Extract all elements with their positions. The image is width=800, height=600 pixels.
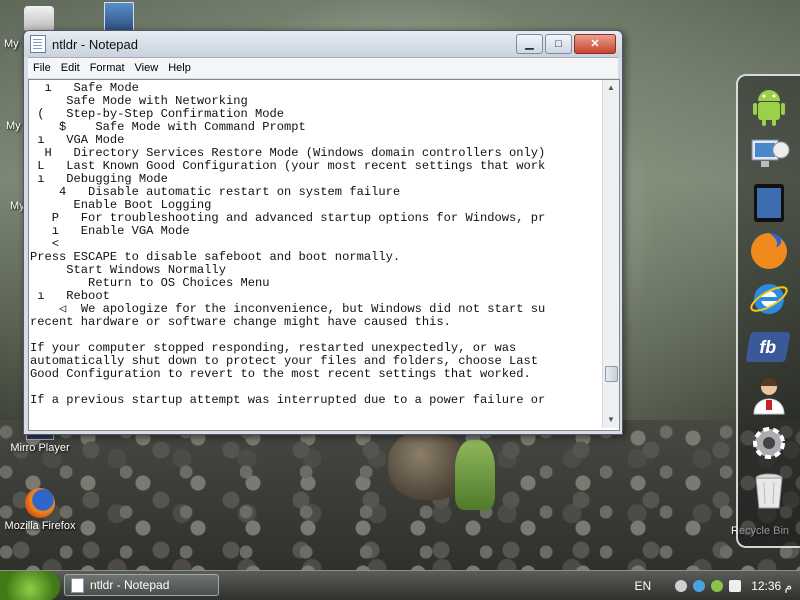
menu-bar: File Edit Format View Help (28, 57, 618, 78)
tray-icon-1[interactable] (675, 580, 688, 592)
text-line: ı Enable VGA Mode (30, 224, 190, 238)
menu-help[interactable]: Help (163, 62, 196, 74)
system-tray: EN 12:36 م (629, 571, 792, 600)
clock[interactable]: 12:36 م (751, 579, 792, 593)
desktop-icon-my-2[interactable]: My (6, 120, 21, 132)
facebook-label: fb (745, 332, 791, 362)
minimize-button[interactable]: ▁ (516, 34, 543, 54)
vertical-scrollbar[interactable]: ▲ ▼ (602, 80, 619, 428)
window-title: ntldr - Notepad (52, 36, 138, 52)
android-icon[interactable] (748, 86, 790, 128)
scroll-down-icon[interactable]: ▼ (603, 412, 619, 428)
title-bar[interactable]: ntldr - Notepad ▁ □ ✕ (24, 31, 622, 57)
settings-gear-icon[interactable] (748, 422, 790, 464)
notepad-icon (71, 577, 84, 593)
desktop-icon-label: Mirro Player (10, 442, 70, 454)
tray-icon-2[interactable] (693, 580, 706, 592)
sprout-decoration (455, 440, 495, 510)
close-button[interactable]: ✕ (574, 34, 616, 54)
desktop-icon-label: Mozilla Firefox (4, 520, 76, 532)
desktop-icon-my-1[interactable]: My (4, 38, 19, 50)
text-line: recent hardware or software change might… (30, 315, 451, 329)
desktop-background: My My My Mirro Player Mozilla Firefox Re… (0, 0, 800, 600)
maximize-button[interactable]: □ (545, 34, 572, 54)
taskbar-notepad-label: ntldr - Notepad (90, 578, 170, 592)
media-file-icon (104, 2, 134, 32)
scroll-up-icon[interactable]: ▲ (603, 80, 619, 96)
firefox-icon (25, 488, 55, 518)
text-line: If a previous startup attempt was interr… (30, 393, 546, 407)
tray-icon-3[interactable] (711, 580, 724, 592)
menu-file[interactable]: File (28, 62, 56, 74)
text-line: Good Configuration to revert to the most… (30, 367, 531, 381)
text-editor[interactable]: ı Safe Mode Safe Mode with Networking ( … (28, 79, 620, 431)
menu-view[interactable]: View (130, 62, 164, 74)
menu-format[interactable]: Format (85, 62, 130, 74)
notepad-icon (30, 35, 46, 53)
side-dock: fb (736, 74, 800, 548)
desktop-icon-label: My (6, 120, 21, 132)
menu-edit[interactable]: Edit (56, 62, 85, 74)
facebook-icon[interactable]: fb (745, 326, 791, 368)
desktop-icon-label: My (4, 38, 19, 50)
text-line: Return to OS Choices Menu (30, 276, 270, 290)
firefox-icon[interactable] (748, 230, 790, 272)
network-computer-icon[interactable] (748, 134, 790, 176)
tablet-icon[interactable] (748, 182, 790, 224)
recycle-bin-icon[interactable] (748, 470, 790, 512)
editor-content[interactable]: ı Safe Mode Safe Mode with Networking ( … (30, 82, 603, 426)
internet-explorer-icon[interactable] (748, 278, 790, 320)
pictures-icon (24, 6, 54, 32)
language-indicator[interactable]: EN (635, 579, 652, 593)
scroll-thumb[interactable] (605, 366, 618, 382)
support-person-icon[interactable] (748, 374, 790, 416)
window-controls: ▁ □ ✕ (514, 34, 616, 54)
start-button[interactable] (0, 571, 60, 600)
notepad-window[interactable]: ntldr - Notepad ▁ □ ✕ File Edit Format V… (23, 30, 623, 435)
volume-icon[interactable] (729, 580, 742, 592)
desktop-icon-firefox[interactable]: Mozilla Firefox (3, 488, 77, 532)
taskbar: ntldr - Notepad EN 12:36 م (0, 570, 800, 600)
taskbar-notepad-button[interactable]: ntldr - Notepad (64, 574, 219, 596)
